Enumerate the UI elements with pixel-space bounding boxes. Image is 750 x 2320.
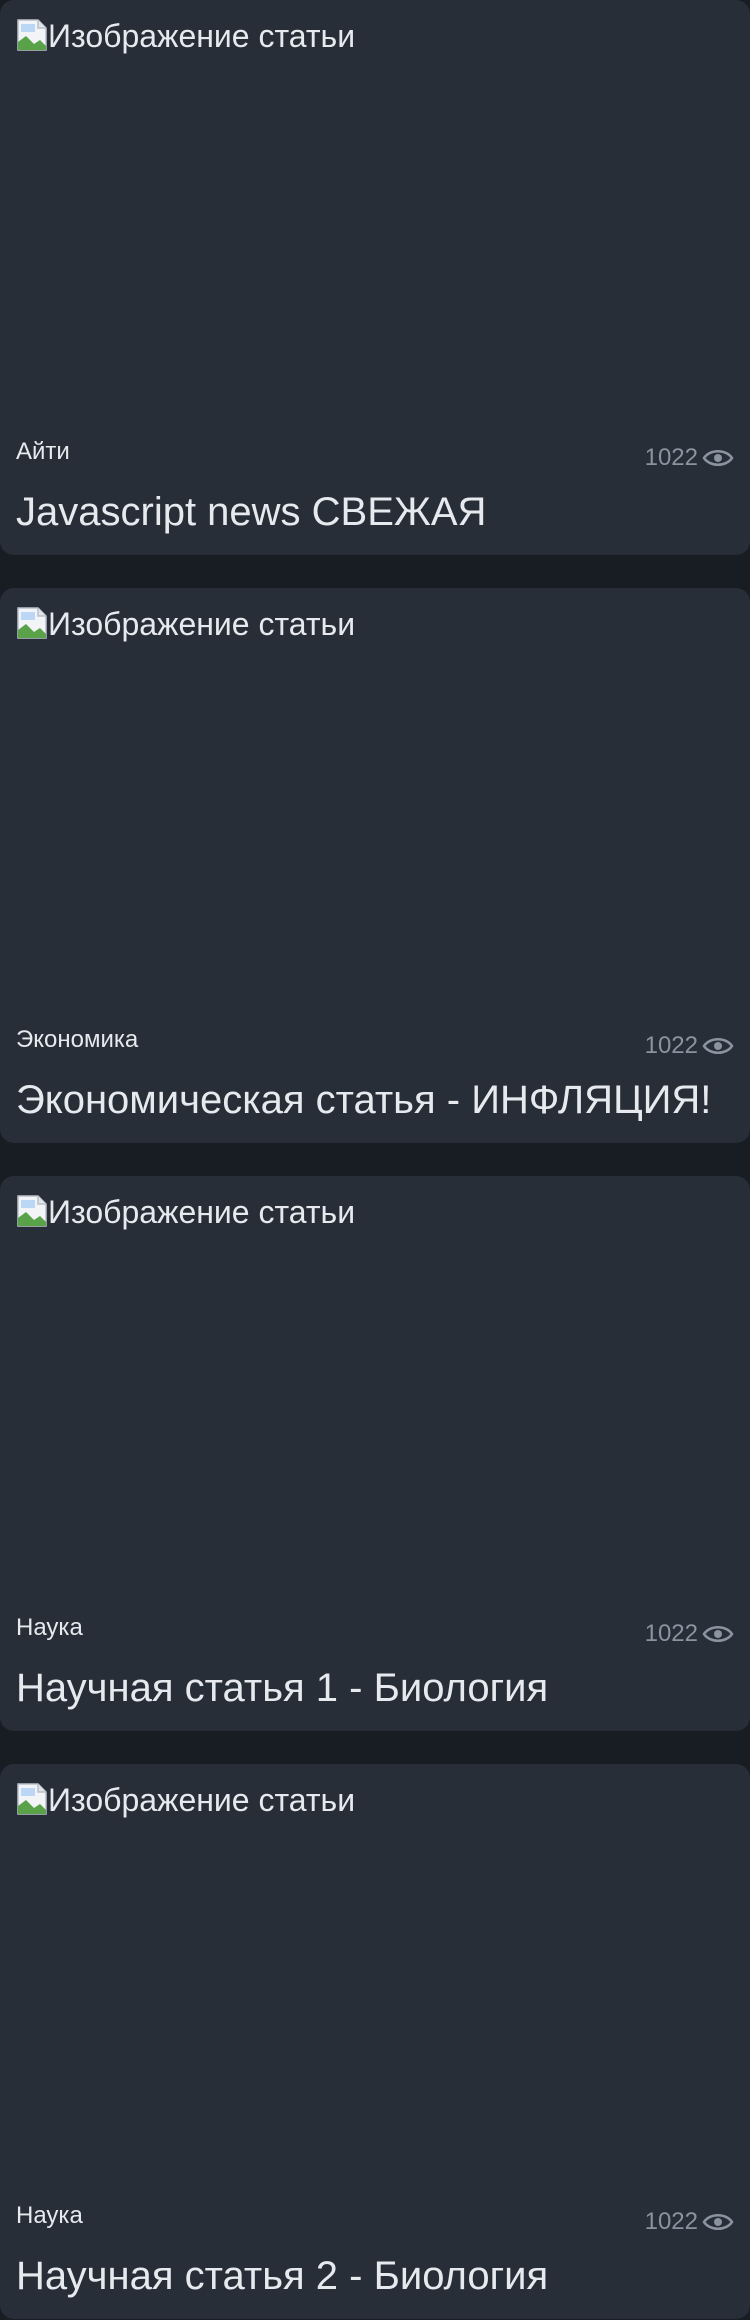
eye-icon [702,450,734,466]
article-image: Изображение статьи [16,604,355,644]
view-count: 1022 [644,444,698,471]
article-category: Наука [16,2202,83,2229]
image-alt-text: Изображение статьи [48,1194,356,1230]
article-title[interactable]: Научная статья 2 - Биология [16,2252,548,2300]
view-counter: 1022 [645,444,734,472]
article-card[interactable]: Изображение статьи Айти 1022 Javascript … [0,0,750,555]
image-alt-text: Изображение статьи [48,18,356,54]
broken-image-icon [17,1783,47,1815]
image-alt-text: Изображение статьи [48,1782,356,1818]
article-image: Изображение статьи [16,1192,355,1232]
article-category: Экономика [16,1026,139,1053]
article-title[interactable]: Javascript news СВЕЖАЯ [16,488,486,536]
article-card[interactable]: Изображение статьи Экономика 1022 Эконом… [0,588,750,1143]
view-counter: 1022 [645,2208,734,2236]
article-card[interactable]: Изображение статьи Наука 1022 Научная ст… [0,1764,750,2319]
broken-image-icon [17,607,47,639]
article-meta: Экономика 1022 [16,1026,734,1066]
article-image: Изображение статьи [16,16,355,56]
article-image: Изображение статьи [16,1780,355,1820]
article-title[interactable]: Научная статья 1 - Биология [16,1664,548,1712]
article-category: Айти [16,438,70,465]
broken-image-icon [17,1195,47,1227]
view-count: 1022 [644,1620,698,1647]
view-counter: 1022 [645,1032,734,1060]
article-card[interactable]: Изображение статьи Наука 1022 Научная ст… [0,1176,750,1731]
view-count: 1022 [644,1032,698,1059]
broken-image-icon [17,19,47,51]
image-alt-text: Изображение статьи [48,606,356,642]
article-meta: Наука 1022 [16,2202,734,2242]
eye-icon [702,2214,734,2230]
view-counter: 1022 [645,1620,734,1648]
article-meta: Айти 1022 [16,438,734,478]
article-list: Изображение статьи Айти 1022 Javascript … [0,0,750,2319]
article-category: Наука [16,1614,83,1641]
eye-icon [702,1038,734,1054]
eye-icon [702,1626,734,1642]
view-count: 1022 [644,2208,698,2235]
article-title[interactable]: Экономическая статья - ИНФЛЯЦИЯ! [16,1076,711,1124]
article-meta: Наука 1022 [16,1614,734,1654]
